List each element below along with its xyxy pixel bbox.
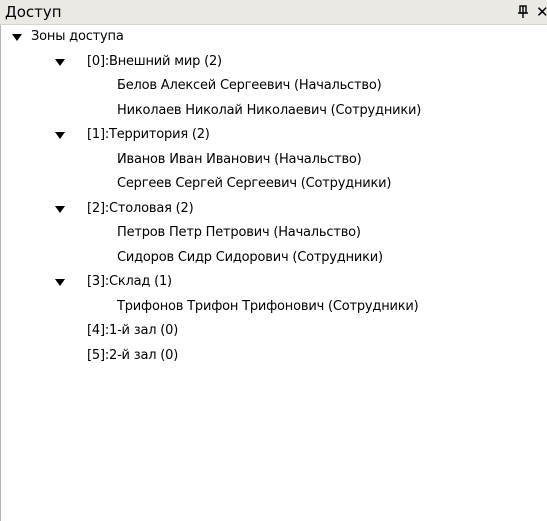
zone-node[interactable]: [1]:Территория (2) [0,123,547,147]
person-node-label: Николаев Николай Николаевич (Сотрудники) [117,102,422,118]
tree-root-node-label: Зоны доступа [31,29,124,44]
person-node[interactable]: Трифонов Трифон Трифонович (Сотрудники) [0,295,547,319]
zone-node[interactable]: [4]:1-й зал (0) [0,319,547,343]
person-node-label: Белов Алексей Сергеевич (Начальство) [117,78,382,93]
expand-arrow-down-icon[interactable] [55,132,65,139]
zone-node-label: [5]:2-й зал (0) [87,347,179,363]
access-panel: Доступ ✕ Зоны доступа [0]:Внешний мир (2)… [0,0,547,521]
tree-root-node[interactable]: Зоны доступа [0,25,547,49]
zone-node-label: [4]:1-й зал (0) [87,323,179,338]
expand-arrow-down-icon[interactable] [55,205,65,213]
expand-arrow-down-icon[interactable] [55,58,65,66]
panel-titlebar: Доступ ✕ [0,0,547,25]
panel-title: Доступ [5,3,62,21]
person-node[interactable]: Белов Алексей Сергеевич (Начальство) [0,74,547,98]
zone-node[interactable]: [2]:Столовая (2) [0,197,547,221]
pin-icon[interactable] [516,2,530,22]
expand-arrow-down-icon[interactable] [12,34,22,41]
person-node[interactable]: Иванов Иван Иванович (Начальство) [0,148,547,172]
person-node-label: Трифонов Трифон Трифонович (Сотрудники) [117,298,419,314]
person-node-label: Сергеев Сергей Сергеевич (Сотрудники) [117,176,392,191]
person-node-label: Сидоров Сидр Сидорович (Сотрудники) [117,249,383,265]
person-node-label: Иванов Иван Иванович (Начальство) [117,151,362,167]
zone-node-label: [3]:Склад (1) [87,274,172,289]
close-icon[interactable]: ✕ [536,2,547,22]
zone-node[interactable]: [5]:2-й зал (0) [0,344,547,368]
access-tree[interactable]: Зоны доступа [0]:Внешний мир (2) Белов Але… [0,25,547,521]
zone-node[interactable]: [3]:Склад (1) [0,270,547,294]
zone-node-label: [1]:Территория (2) [87,127,210,142]
person-node-label: Петров Петр Петрович (Начальство) [117,225,361,240]
person-node[interactable]: Сергеев Сергей Сергеевич (Сотрудники) [0,172,547,196]
zone-node-label: [0]:Внешний мир (2) [87,53,222,69]
expand-arrow-down-icon[interactable] [55,279,65,286]
person-node[interactable]: Петров Петр Петрович (Начальство) [0,221,547,245]
zone-node[interactable]: [0]:Внешний мир (2) [0,50,547,74]
person-node[interactable]: Сидоров Сидр Сидорович (Сотрудники) [0,246,547,270]
zone-node-label: [2]:Столовая (2) [87,200,194,216]
person-node[interactable]: Николаев Николай Николаевич (Сотрудники) [0,99,547,123]
